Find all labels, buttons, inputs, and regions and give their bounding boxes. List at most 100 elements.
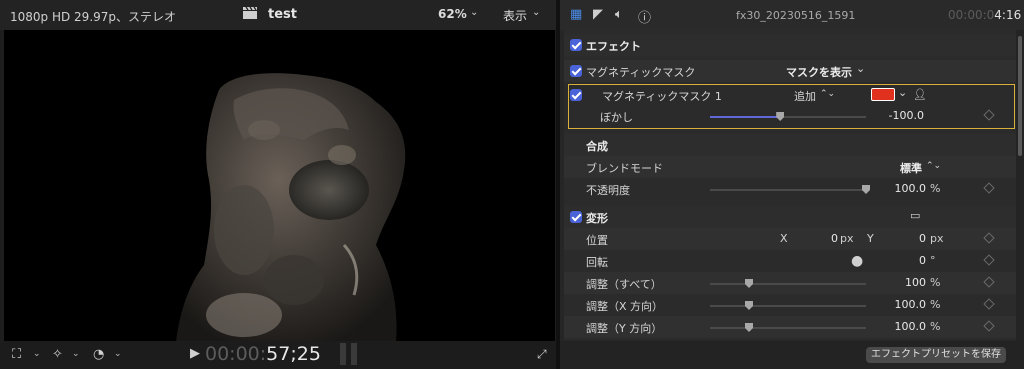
video-inspector-icon[interactable]: ▦ (570, 7, 582, 22)
mask-1-checkbox[interactable] (570, 89, 582, 101)
scale-y-value[interactable]: 100.0 (895, 320, 927, 333)
updown-chevron-icon[interactable]: ⌃⌄ (820, 89, 835, 99)
viewer-header: 1080p HD 29.97p、ステレオ test 62% ⌄ 表示 ⌄ (0, 0, 556, 30)
opacity-slider-fill (710, 189, 866, 191)
position-y-unit: px (930, 232, 944, 245)
magic-wand-icon[interactable]: ✧ (52, 347, 63, 362)
duration-value: 4:16 (994, 8, 1022, 22)
keyframe-icon[interactable] (983, 254, 995, 266)
play-button[interactable]: ▶ (190, 346, 200, 361)
keyframe-icon[interactable] (983, 182, 995, 194)
chevron-down-icon[interactable]: ⌄ (33, 349, 41, 359)
person-icon[interactable]: 👤︎ (913, 88, 927, 101)
chevron-down-icon[interactable]: ⌄ (856, 62, 865, 75)
transform-tool-icon[interactable]: ⛶ (12, 347, 21, 362)
inspector-footer: エフェクトプリセットを保存 (560, 341, 1024, 369)
blend-mode-menu[interactable]: 標準 (900, 160, 922, 176)
magnetic-mask-checkbox[interactable] (570, 65, 582, 77)
compositing-section-header: 合成 (564, 134, 1016, 156)
scale-y-unit: % (930, 320, 941, 333)
transform-checkbox[interactable] (570, 211, 582, 223)
info-inspector-icon[interactable]: ⓘ (638, 7, 651, 26)
position-x-unit: px (840, 232, 854, 245)
format-info: 1080p HD 29.97p、ステレオ (10, 10, 177, 24)
inspector-scrollbar-thumb[interactable] (1018, 36, 1022, 156)
chevron-down-icon[interactable]: ⌄ (470, 7, 478, 18)
scale-all-slider[interactable] (710, 283, 866, 285)
rotation-dial-icon[interactable]: ● (851, 253, 863, 269)
position-y-value[interactable]: 0 (919, 232, 926, 245)
scale-x-value[interactable]: 100.0 (895, 298, 927, 311)
feather-value[interactable]: -100.0 (889, 109, 924, 122)
view-menu[interactable]: 表示 (503, 7, 527, 24)
viewer-pane: 1080p HD 29.97p、ステレオ test 62% ⌄ 表示 ⌄ ⛶ ⌄… (0, 0, 556, 369)
opacity-slider-thumb[interactable] (862, 185, 870, 194)
effects-header-label: エフェクト (586, 40, 641, 53)
inspector-panel: エフェクト マグネティックマスク マスクを表示 ⌄ マグネティックマスク 1 追… (564, 30, 1016, 340)
transform-header-label: 変形 (586, 212, 608, 225)
feather-slider-fill (710, 116, 781, 118)
clip-name: fx30_20230516_1591 (736, 9, 856, 22)
effects-section-header: エフェクト (564, 34, 1016, 56)
keyframe-icon[interactable] (983, 109, 995, 121)
chevron-down-icon[interactable]: ⌄ (72, 349, 80, 359)
scale-x-label: 調整（X 方向） (586, 300, 664, 313)
feather-row: ぼかし -100.0 (564, 105, 1016, 127)
keyframe-icon[interactable] (983, 320, 995, 332)
opacity-slider[interactable] (710, 189, 866, 191)
timecode-display[interactable]: 00:00:57;25 (205, 343, 321, 365)
clapperboard-icon (243, 6, 257, 19)
opacity-label: 不透明度 (586, 184, 630, 197)
clip-duration: 00:00:04:16 (948, 8, 1021, 22)
project-title: test (268, 7, 297, 22)
rotation-label: 回転 (586, 256, 608, 269)
scale-y-label: 調整（Y 方向） (586, 322, 663, 335)
scale-x-slider[interactable] (710, 305, 866, 307)
save-effects-preset-button[interactable]: エフェクトプリセットを保存 (866, 347, 1006, 363)
transform-section-header: 変形 ▭ (564, 206, 1016, 228)
scale-all-slider-thumb[interactable] (745, 279, 753, 288)
blend-mode-label: ブレンドモード (586, 162, 663, 175)
position-label: 位置 (586, 234, 608, 247)
updown-chevron-icon[interactable]: ⌃⌄ (926, 161, 941, 171)
scale-x-slider-thumb[interactable] (745, 301, 753, 310)
scale-y-slider[interactable] (710, 327, 866, 329)
pause-indicator-icon (340, 343, 358, 365)
scale-x-row: 調整（X 方向） 100.0 % (564, 294, 1016, 316)
viewer-footer: ⛶ ⌄ ✧ ⌄ ◔ ⌄ ▶ 00:00:57;25 ⤢ (0, 341, 556, 369)
compositing-header-label: 合成 (586, 140, 608, 153)
scale-all-value[interactable]: 100 (905, 276, 926, 289)
position-y-label: Y (867, 232, 874, 245)
timecode-dim: 00:00: (205, 343, 267, 365)
keyframe-icon[interactable] (983, 276, 995, 288)
show-mask-menu[interactable]: マスクを表示 (786, 64, 852, 80)
inspector-pane: ▦ ◤ 🔈︎ ⓘ fx30_20230516_1591 00:00:04:16 … (560, 0, 1024, 369)
mask-color-swatch[interactable] (871, 88, 895, 101)
transform-onscreen-icon[interactable]: ▭ (910, 209, 920, 222)
chevron-down-icon[interactable]: ⌄ (532, 7, 540, 18)
effects-checkbox[interactable] (570, 39, 582, 51)
blend-mode-row: ブレンドモード 標準 ⌃⌄ (564, 156, 1016, 178)
opacity-unit: % (930, 182, 941, 195)
chevron-down-icon[interactable]: ⌄ (898, 86, 907, 99)
scale-x-unit: % (930, 298, 941, 311)
feather-slider[interactable] (710, 116, 866, 118)
keyframe-icon[interactable] (983, 298, 995, 310)
video-canvas[interactable] (4, 30, 555, 342)
scale-y-slider-thumb[interactable] (745, 323, 753, 332)
speed-gauge-icon[interactable]: ◔ (93, 347, 104, 362)
feather-slider-thumb[interactable] (776, 112, 785, 121)
duration-dim: 00:00:0 (948, 8, 995, 22)
audio-inspector-icon[interactable]: 🔈︎ (615, 7, 623, 22)
rotation-value[interactable]: 0 (919, 254, 926, 267)
position-x-value[interactable]: 0 (831, 232, 838, 245)
zoom-menu[interactable]: 62% (438, 7, 467, 21)
position-x-label: X (780, 232, 788, 245)
color-inspector-icon[interactable]: ◤ (593, 7, 603, 22)
keyframe-icon[interactable] (983, 232, 995, 244)
fullscreen-icon[interactable]: ⤢ (537, 347, 547, 362)
opacity-value[interactable]: 100.0 (895, 182, 927, 195)
timecode-value: 57;25 (266, 343, 321, 365)
mask-mode-menu[interactable]: 追加 (794, 88, 816, 104)
chevron-down-icon[interactable]: ⌄ (114, 349, 122, 359)
